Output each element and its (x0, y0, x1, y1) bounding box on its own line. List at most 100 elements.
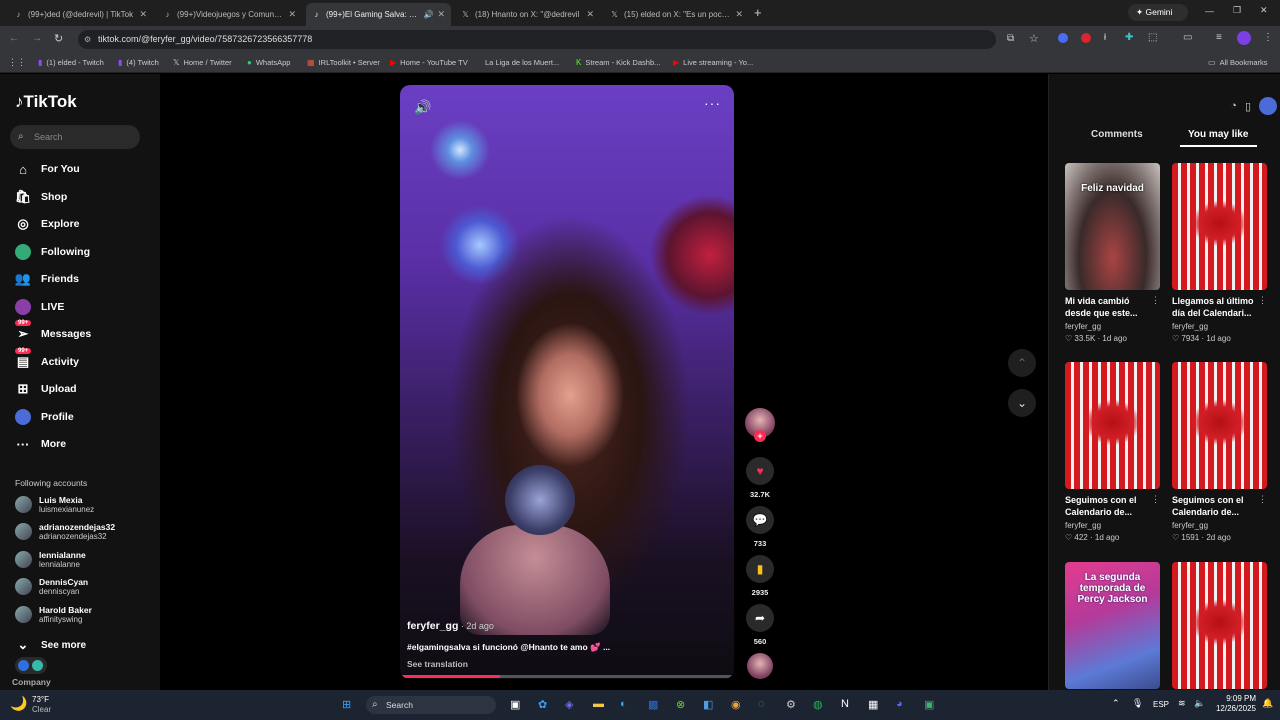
profile-avatar[interactable] (1259, 97, 1277, 115)
minimize-icon[interactable]: — (1205, 6, 1214, 16)
save-button[interactable]: ▮ 2935 (744, 555, 776, 597)
edge-icon[interactable]: ◐ (620, 698, 627, 710)
app-icon[interactable]: ◌ (758, 698, 765, 710)
clock-time[interactable]: 9:09 PM (1220, 694, 1256, 703)
nav-upload[interactable]: ⊞ Upload (15, 381, 77, 397)
recommended-video-card[interactable]: ⋮ Llegamos al último día del Calendari..… (1172, 163, 1267, 343)
company-link[interactable]: Company (12, 677, 51, 687)
more-options-icon[interactable]: ⋮ (1151, 494, 1160, 505)
discord-icon[interactable]: ◕ (896, 698, 903, 710)
language-indicator[interactable]: ESP (1153, 700, 1169, 709)
bookmark[interactable]: ▮ (1) elded - Twitch (38, 58, 104, 67)
chrome-icon[interactable]: ◉ (731, 698, 741, 711)
puzzle-icon[interactable]: ⬚ (1148, 32, 1157, 43)
close-icon[interactable]: ✕ (139, 9, 147, 20)
restore-icon[interactable]: ❐ (1233, 5, 1241, 16)
following-account[interactable]: lennialanne lennialanne (15, 550, 86, 569)
more-options-icon[interactable]: ⋮ (1258, 295, 1267, 306)
following-account[interactable]: Luis Mexia luismexianunez (15, 495, 94, 514)
app-promo-toggle[interactable] (15, 657, 47, 674)
apps-icon[interactable]: ⋮⋮ (8, 57, 26, 68)
nav-following[interactable]: Following (15, 244, 90, 260)
microphone-icon[interactable]: 🎙 (1132, 698, 1143, 709)
author-avatar-button[interactable]: + (744, 408, 776, 442)
extension-icon[interactable]: ł (1104, 32, 1106, 42)
xbox-icon[interactable]: ⊗ (676, 698, 685, 711)
browser-tab[interactable]: 𝕏 (15) elded on X: "Es un poco d ✕ (604, 3, 749, 26)
recommended-video-card[interactable] (1172, 562, 1267, 689)
url-bar[interactable]: ⚙ tiktok.com/@feryfer_gg/video/758732672… (78, 30, 996, 49)
steam-icon[interactable]: ⚙ (786, 698, 796, 711)
video-player[interactable]: 🔊 ··· feryfer_gg · 2d ago #elgamingsalva… (400, 85, 734, 679)
nav-explore[interactable]: ◎ Explore (15, 216, 79, 232)
previous-video-button[interactable]: ⌃ (1008, 349, 1036, 377)
file-explorer-icon[interactable]: ▬ (593, 698, 604, 710)
video-progress-bar[interactable] (400, 675, 734, 678)
bookmark[interactable]: 𝕏 Home / Twitter (173, 58, 232, 67)
follow-plus-icon[interactable]: + (754, 430, 766, 442)
bookmark[interactable]: ● WhatsApp (247, 58, 290, 67)
nav-shop[interactable]: 🛍 Shop (15, 189, 68, 205)
search-input[interactable]: ⌕ Search (10, 125, 140, 149)
browser-tab[interactable]: ♪ (99+)ded (@dedrevil) | TikTok ✕ (8, 3, 153, 26)
extension-icon[interactable] (1058, 33, 1068, 43)
browser-tab[interactable]: 𝕏 (18) Hnanto on X: "@dedrevil ✕ (455, 3, 600, 26)
recommended-video-card[interactable]: Feliz navidad ⋮ Mi vida cambió desde que… (1065, 163, 1160, 343)
more-options-icon[interactable]: ⋮ (1258, 494, 1267, 505)
close-icon[interactable]: ✕ (735, 9, 743, 20)
next-video-button[interactable]: ⌄ (1008, 389, 1036, 417)
app-icon[interactable]: ◧ (703, 698, 713, 711)
music-avatar-button[interactable] (744, 653, 776, 679)
menu-icon[interactable]: ⋮ (1263, 32, 1273, 43)
like-button[interactable]: ♥ 32.7K (744, 457, 776, 499)
media-icon[interactable]: ≡ (1216, 32, 1222, 43)
clock-date[interactable]: 12/26/2025 (1210, 704, 1256, 713)
tray-chevron-icon[interactable]: ⌃ (1112, 698, 1120, 709)
volume-icon[interactable]: 🔈 (1194, 698, 1205, 709)
see-more-button[interactable]: ⌄ See more (15, 637, 86, 653)
forward-icon[interactable]: → (32, 33, 42, 44)
task-view-icon[interactable]: ▣ (510, 698, 520, 711)
teams-icon[interactable]: ◈ (565, 698, 573, 711)
dashboard-icon[interactable]: ◔ (1230, 100, 1237, 112)
nav-messages[interactable]: ➢ 99+ Messages (15, 320, 91, 342)
sidepanel-icon[interactable]: ▭ (1183, 32, 1192, 43)
nav-live[interactable]: LIVE (15, 299, 64, 315)
windows-start-icon[interactable]: ⊞ (342, 698, 351, 711)
copilot-icon[interactable]: ✿ (538, 698, 547, 711)
speaker-icon[interactable]: 🔊 (423, 10, 433, 19)
bookmark[interactable]: ▶ Home - YouTube TV (390, 58, 468, 67)
reload-icon[interactable]: ↻ (54, 32, 63, 45)
browser-tab[interactable]: ♪ (99+)Videojuegos y Comunidad ✕ (157, 3, 302, 26)
video-author[interactable]: feryfer_gg · 2d ago (407, 620, 494, 632)
extension-icon[interactable]: ✚ (1125, 32, 1133, 43)
close-icon[interactable]: ✕ (437, 9, 445, 20)
nav-more[interactable]: ··· More (15, 436, 67, 452)
star-icon[interactable]: ☆ (1029, 32, 1039, 45)
recommended-video-card[interactable]: ⋮ Seguimos con el Calendario de... feryf… (1065, 362, 1160, 542)
close-icon[interactable]: ✕ (288, 9, 296, 20)
following-account[interactable]: adrianozendejas32 adrianozendejas32 (15, 522, 115, 541)
new-tab-icon[interactable]: + (754, 5, 762, 20)
app-icon[interactable]: ▣ (924, 698, 934, 711)
bookmark[interactable]: K Stream - Kick Dashb... (576, 58, 660, 67)
notion-icon[interactable]: N (841, 698, 849, 710)
bookmark[interactable]: ▶ Live streaming - Yo... (673, 58, 753, 67)
spotify-icon[interactable]: ◍ (813, 698, 823, 711)
back-icon[interactable]: ← (9, 33, 19, 44)
following-account[interactable]: DennisCyan denniscyan (15, 577, 88, 596)
taskbar-search[interactable]: ⌕ Search (366, 696, 496, 714)
more-options-icon[interactable]: ··· (704, 95, 721, 111)
recommended-video-card[interactable]: ⋮ Seguimos con el Calendario de... feryf… (1172, 362, 1267, 542)
profile-avatar[interactable] (1237, 31, 1251, 45)
close-window-icon[interactable]: ✕ (1260, 5, 1268, 16)
bookmark[interactable]: ▦ IRLToolkit • Server (307, 58, 380, 67)
notification-bell-icon[interactable]: 🔔 (1262, 698, 1273, 709)
bookmark[interactable]: ▮ (4) Twitch (118, 58, 159, 67)
following-account[interactable]: Harold Baker affinityswing (15, 605, 92, 624)
all-bookmarks[interactable]: ▭ All Bookmarks (1208, 58, 1268, 67)
tiktok-logo[interactable]: ♪TikTok (15, 92, 77, 112)
extension-icon[interactable] (1081, 33, 1091, 43)
device-icon[interactable]: ▯ (1245, 100, 1251, 113)
store-icon[interactable]: ▩ (648, 698, 658, 711)
